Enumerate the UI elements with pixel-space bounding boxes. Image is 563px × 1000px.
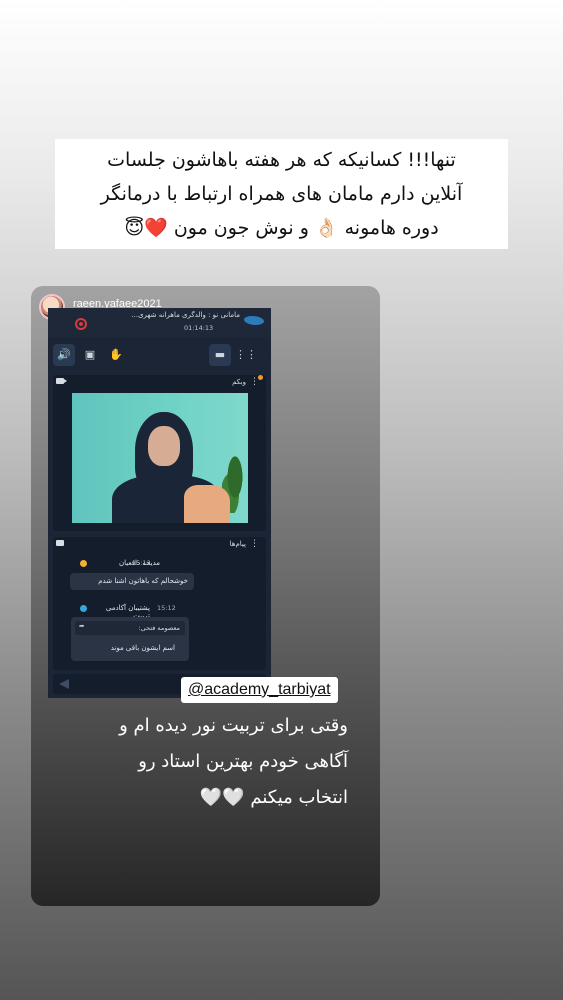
caption-line: آگاهی خودم بهترین استاد رو: [138, 751, 348, 772]
raise-hand-icon[interactable]: ✋: [105, 344, 127, 366]
webcam-video: [72, 393, 248, 523]
session-title: مامانی نو : والدگری ماهرانه شهری...: [131, 311, 240, 319]
caption-line: تنها!!! کسانیکه که هر هفته باهاشون جلسات: [107, 149, 456, 171]
send-icon[interactable]: [59, 679, 69, 689]
webcam-title: وبکم: [232, 378, 246, 386]
message-icon: [56, 540, 64, 546]
chat-icon[interactable]: ▬: [209, 344, 231, 366]
reply-arrow-icon: ➦: [79, 622, 85, 630]
status-dot: [258, 375, 263, 380]
caption-line: وقتی برای تربیت نور دیده ام و: [119, 715, 348, 736]
quoted-text: معصومه فتحی:: [138, 624, 180, 632]
user-icon: [80, 605, 87, 612]
speaker-icon[interactable]: 🔊: [53, 344, 75, 366]
caption-line: انتخاب میکنم 🤍🤍: [199, 787, 348, 808]
message-time: 15:12: [157, 604, 176, 612]
session-timer: 01:14:13: [184, 324, 214, 332]
message-text: اسم ایشون باقی موند: [110, 644, 175, 652]
session-header: مامانی نو : والدگری ماهرانه شهری... 01:1…: [48, 308, 271, 337]
message-bubble: ➦ معصومه فتحی: اسم ایشون باقی موند: [71, 617, 189, 661]
user-icon: [80, 560, 87, 567]
story-caption: تنها!!! کسانیکه که هر هفته باهاشون جلسات…: [55, 139, 508, 249]
person-face: [148, 426, 180, 466]
messages-title: پیام‌ها: [229, 540, 246, 548]
person-shirt: [184, 485, 230, 523]
message-sender: مدیحه دافعیان: [118, 559, 160, 567]
folder-icon[interactable]: ▣: [79, 344, 101, 366]
caption-line: آنلاین دارم مامان های همراه ارتباط با در…: [100, 183, 463, 205]
record-icon: [75, 318, 87, 330]
session-screenshot: مامانی نو : والدگری ماهرانه شهری... 01:1…: [48, 308, 271, 698]
apps-grid-icon[interactable]: ⋮⋮: [235, 344, 257, 366]
message-bubble: خوشحالم که باهاتون اشنا شدم: [70, 573, 194, 590]
caption-line: دوره هامونه 👌🏻 و نوش جون مون ❤️😇: [124, 217, 439, 239]
webcam-panel: وبکم ⋮: [53, 375, 266, 531]
post-caption: وقتی برای تربیت نور دیده ام و آگاهی خودم…: [98, 708, 348, 816]
camera-icon: [56, 378, 67, 384]
messages-panel: پیام‌ها ⋮ 15:12 مدیحه دافعیان خوشحالم که…: [53, 537, 266, 670]
quoted-message: ➦ معصومه فتحی:: [75, 621, 185, 635]
mention-sticker[interactable]: @academy_tarbiyat: [181, 677, 338, 703]
more-icon[interactable]: ⋮: [250, 539, 259, 549]
brand-logo-icon: [244, 316, 264, 325]
session-toolbar: 🔊 ▣ ✋ ▬ ⋮⋮: [48, 342, 271, 370]
